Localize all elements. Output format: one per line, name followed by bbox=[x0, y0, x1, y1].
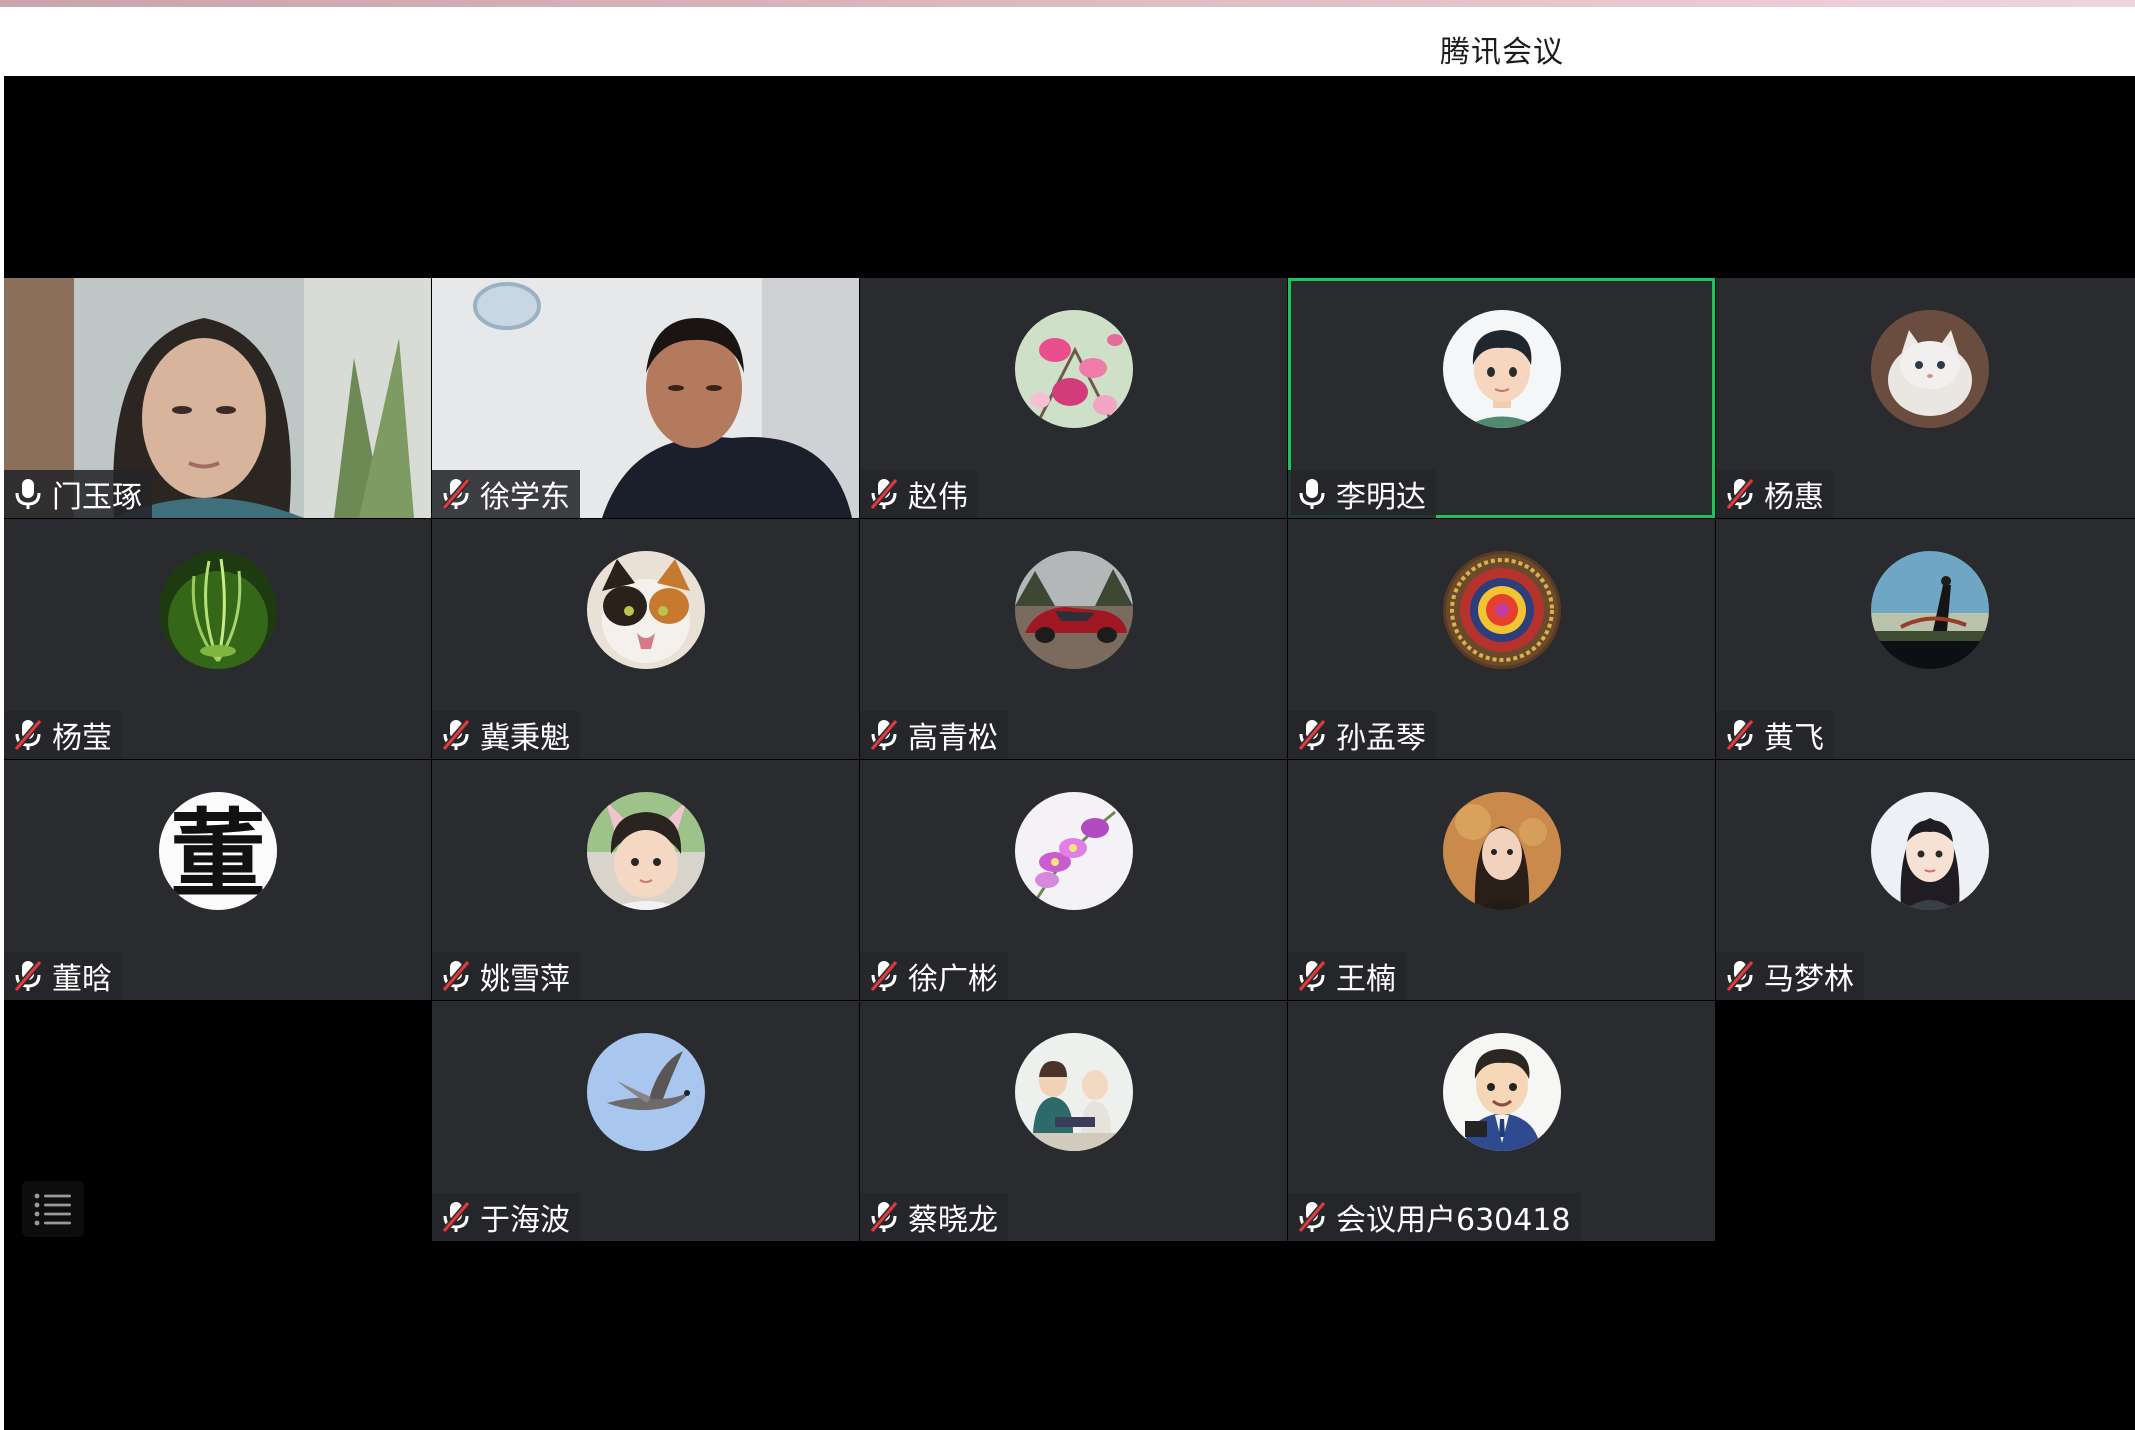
participant-avatar bbox=[587, 551, 705, 669]
participant-avatar: 董 bbox=[159, 792, 277, 910]
participant-avatar bbox=[1015, 310, 1133, 428]
participant-name-tag: 于海波 bbox=[432, 1193, 580, 1241]
participant-tile[interactable]: 孙孟琴 bbox=[1288, 519, 1715, 759]
participant-name: 李明达 bbox=[1336, 480, 1426, 515]
participant-name-tag: 门玉琢 bbox=[4, 470, 152, 518]
participant-avatar bbox=[1015, 792, 1133, 910]
participant-name: 徐学东 bbox=[480, 480, 570, 515]
gallery-view: 门玉琢 徐学东 赵伟 李明达 杨惠 杨莹 冀秉魁 高青松 孙孟琴 黄飞 董 董晗… bbox=[4, 76, 2135, 1430]
participant-name: 姚雪萍 bbox=[480, 962, 570, 997]
microphone-muted-icon bbox=[1725, 478, 1755, 510]
participant-tile[interactable]: 马梦林 bbox=[1716, 760, 2135, 1000]
microphone-muted-icon bbox=[441, 960, 471, 992]
participant-name: 王楠 bbox=[1336, 962, 1396, 997]
participant-tile[interactable]: 徐学东 bbox=[432, 278, 859, 518]
participant-tile[interactable]: 于海波 bbox=[432, 1001, 859, 1241]
app-title: 腾讯会议 bbox=[1440, 35, 1564, 70]
participant-avatar bbox=[1015, 551, 1133, 669]
microphone-muted-icon bbox=[1725, 960, 1755, 992]
participant-name-tag: 马梦林 bbox=[1716, 952, 1864, 1000]
participant-name: 门玉琢 bbox=[52, 480, 142, 515]
participant-avatar bbox=[1443, 551, 1561, 669]
participant-name-tag: 黄飞 bbox=[1716, 711, 1834, 759]
microphone-muted-icon bbox=[441, 719, 471, 751]
microphone-muted-icon bbox=[441, 1201, 471, 1233]
participant-tile[interactable]: 黄飞 bbox=[1716, 519, 2135, 759]
microphone-muted-icon bbox=[1297, 719, 1327, 751]
participant-avatar bbox=[1871, 310, 1989, 428]
participant-name-tag: 赵伟 bbox=[860, 470, 978, 518]
participant-tile[interactable]: 杨莹 bbox=[4, 519, 431, 759]
participant-name-tag: 会议用户630418 bbox=[1288, 1193, 1581, 1241]
participant-tile[interactable]: 徐广彬 bbox=[860, 760, 1287, 1000]
participant-tile[interactable]: 杨惠 bbox=[1716, 278, 2135, 518]
participant-tile[interactable]: 赵伟 bbox=[860, 278, 1287, 518]
participant-tile[interactable]: 董 董晗 bbox=[4, 760, 431, 1000]
participant-name: 徐广彬 bbox=[908, 962, 998, 997]
participant-avatar bbox=[1015, 1033, 1133, 1151]
participant-tile[interactable]: 会议用户630418 bbox=[1288, 1001, 1715, 1241]
microphone-muted-icon bbox=[441, 478, 471, 510]
participant-name: 董晗 bbox=[52, 962, 112, 997]
participant-name-tag: 徐广彬 bbox=[860, 952, 1008, 1000]
svg-text:董: 董 bbox=[170, 798, 266, 910]
microphone-muted-icon bbox=[13, 719, 43, 751]
microphone-muted-icon bbox=[1297, 960, 1327, 992]
participant-tile[interactable]: 冀秉魁 bbox=[432, 519, 859, 759]
microphone-on-icon bbox=[15, 479, 41, 509]
participant-name: 黄飞 bbox=[1764, 721, 1824, 756]
participant-name-tag: 冀秉魁 bbox=[432, 711, 580, 759]
participant-name-tag: 王楠 bbox=[1288, 952, 1406, 1000]
participant-name-tag: 蔡晓龙 bbox=[860, 1193, 1008, 1241]
participant-name-tag: 杨惠 bbox=[1716, 470, 1834, 518]
participant-avatar bbox=[587, 792, 705, 910]
participant-tile[interactable]: 蔡晓龙 bbox=[860, 1001, 1287, 1241]
participant-name-tag: 高青松 bbox=[860, 711, 1008, 759]
participant-name-tag: 杨莹 bbox=[4, 711, 122, 759]
participant-tile[interactable]: 高青松 bbox=[860, 519, 1287, 759]
microphone-muted-icon bbox=[869, 960, 899, 992]
title-bar: 腾讯会议 bbox=[4, 7, 2135, 76]
participant-tile[interactable]: 王楠 bbox=[1288, 760, 1715, 1000]
participant-avatar bbox=[1871, 551, 1989, 669]
list-layout-icon bbox=[34, 1193, 71, 1226]
microphone-muted-icon bbox=[13, 960, 43, 992]
participant-name: 杨莹 bbox=[52, 721, 112, 756]
microphone-muted-icon bbox=[1297, 1201, 1327, 1233]
participant-name: 马梦林 bbox=[1764, 962, 1854, 997]
participant-name-tag: 孙孟琴 bbox=[1288, 711, 1436, 759]
participant-name: 会议用户630418 bbox=[1336, 1203, 1571, 1238]
top-window-strip bbox=[0, 0, 2135, 7]
participant-tile[interactable]: 门玉琢 bbox=[4, 278, 431, 518]
microphone-muted-icon bbox=[869, 1201, 899, 1233]
participant-avatar bbox=[1871, 792, 1989, 910]
microphone-muted-icon bbox=[869, 478, 899, 510]
participant-avatar bbox=[1443, 1033, 1561, 1151]
participant-name-tag: 董晗 bbox=[4, 952, 122, 1000]
participant-name: 赵伟 bbox=[908, 480, 968, 515]
layout-toggle-button[interactable] bbox=[22, 1181, 84, 1237]
participant-avatar bbox=[587, 1033, 705, 1151]
participant-avatar bbox=[1443, 792, 1561, 910]
participant-name: 于海波 bbox=[480, 1203, 570, 1238]
participant-avatar bbox=[159, 551, 277, 669]
participant-name: 冀秉魁 bbox=[480, 721, 570, 756]
microphone-muted-icon bbox=[869, 719, 899, 751]
participant-name: 高青松 bbox=[908, 721, 998, 756]
participant-name: 杨惠 bbox=[1764, 480, 1824, 515]
microphone-on-icon bbox=[1299, 479, 1325, 509]
participant-tile[interactable]: 李明达 bbox=[1288, 278, 1715, 518]
participant-avatar bbox=[1443, 310, 1561, 428]
microphone-muted-icon bbox=[1725, 719, 1755, 751]
participant-name-tag: 徐学东 bbox=[432, 470, 580, 518]
participant-name-tag: 姚雪萍 bbox=[432, 952, 580, 1000]
participant-tile[interactable]: 姚雪萍 bbox=[432, 760, 859, 1000]
participant-name-tag: 李明达 bbox=[1288, 470, 1436, 518]
participant-name: 蔡晓龙 bbox=[908, 1203, 998, 1238]
participant-name: 孙孟琴 bbox=[1336, 721, 1426, 756]
